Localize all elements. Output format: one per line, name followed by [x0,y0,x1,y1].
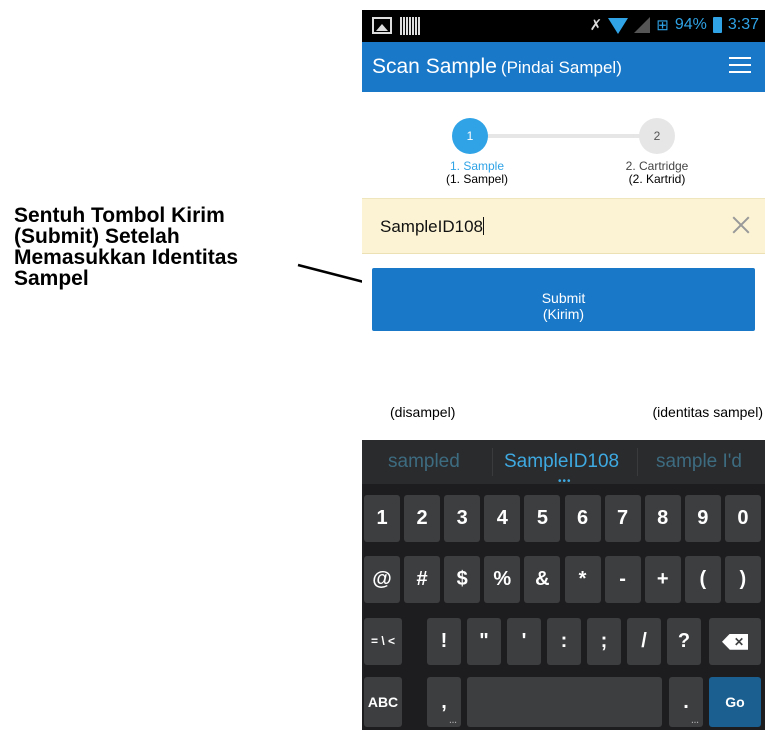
step-1-label-id: (1. Sampel) [445,172,509,186]
backspace-icon: ✕ [722,633,748,650]
clock: 3:37 [727,16,759,33]
status-bar: ✗ ⊞ 94% 3:37 [362,10,765,42]
go-key[interactable]: Go [709,677,761,727]
suggestion-translation-right: (identitas sampel) [652,404,764,420]
number-key[interactable]: 4 [484,495,521,542]
number-key[interactable]: 9 [684,495,721,542]
mute-icon: ✗ [589,17,603,34]
barcode-notification-icon [400,17,420,35]
symbol-key[interactable]: & [524,556,561,603]
symbol-key[interactable]: + [644,556,681,603]
symbol-key[interactable]: ' [507,618,541,665]
number-key[interactable]: 7 [604,495,641,542]
abc-key[interactable]: ABC [364,677,402,727]
annotation-line: Sampel [14,267,89,290]
step-2-label: 2. Cartridge (2. Kartrid) [602,160,712,186]
symbol-key[interactable]: : [547,618,581,665]
suggestion-translation-left: (disampel) [390,404,456,420]
period-key[interactable]: .… [669,677,703,727]
step-1-label: 1. Sample (1. Sampel) [422,160,532,186]
number-key[interactable]: 1 [364,495,400,542]
symbol-key[interactable]: ; [587,618,621,665]
page-title: Scan Sample (Pindai Sampel) [372,55,622,79]
backspace-key[interactable]: ✕ [709,618,761,665]
annotation-callout: Sentuh Tombol Kirim (Submit) Setelah Mem… [14,205,314,289]
number-key[interactable]: 3 [444,495,481,542]
space-key[interactable] [467,677,662,727]
annotation-line: Sentuh Tombol Kirim [14,204,225,227]
number-key[interactable]: 2 [404,495,441,542]
clear-icon[interactable] [731,215,751,235]
annotation-line: (Submit) Setelah [14,225,180,248]
phone-screen: ✗ ⊞ 94% 3:37 Scan Sample (Pindai Sampel) … [362,10,765,730]
step-2-indicator: 2 [639,118,675,154]
submit-label-translation: (Kirim) [542,306,585,322]
symbol-key[interactable]: % [484,556,521,603]
menu-icon[interactable] [729,57,751,75]
symbol-key[interactable]: # [404,556,441,603]
symbol-key[interactable]: " [467,618,501,665]
more-suggestions-icon: ••• [558,476,572,487]
suggestion-item[interactable]: SampleID108 [504,451,619,473]
wifi-icon [608,18,629,34]
suggestion-item[interactable]: sampled [388,451,460,473]
step-1-indicator: 1 [452,118,488,154]
text-caret [483,217,485,235]
stepper-connector [474,134,658,138]
signal-icon [634,17,651,33]
symbol-key[interactable]: ? [667,618,701,665]
app-bar: Scan Sample (Pindai Sampel) [362,42,765,92]
submit-button[interactable]: Submit (Kirim) [372,268,755,331]
battery-percent: 94% [674,16,707,33]
image-notification-icon [372,17,392,34]
suggestion-strip: sampled SampleID108 ••• sample I'd [362,440,765,487]
more-symbols-key[interactable]: = \ < [364,618,402,665]
comma-key[interactable]: ,… [427,677,461,727]
step-2-label-id: (2. Kartrid) [628,172,686,186]
number-key[interactable]: 0 [724,495,761,542]
symbol-key[interactable]: * [564,556,601,603]
symbol-key[interactable]: ) [724,556,761,603]
suggestion-item[interactable]: sample I'd [656,451,742,473]
annotation-line: Memasukkan Identitas [14,246,239,269]
symbol-key[interactable]: / [627,618,661,665]
sample-id-field[interactable]: SampleID108 [362,198,765,254]
submit-label: Submit [541,290,586,306]
symbol-key[interactable]: ! [427,618,461,665]
sample-id-value[interactable]: SampleID108 [380,217,485,237]
suggestion-divider [637,448,638,476]
number-key[interactable]: 6 [564,495,601,542]
network-icon: ⊞ [656,17,669,34]
symbol-key[interactable]: @ [364,556,400,603]
battery-icon [712,17,722,33]
title-text: Scan Sample [372,55,497,78]
number-key[interactable]: 5 [524,495,561,542]
symbol-key[interactable]: - [604,556,641,603]
suggestion-divider [492,448,493,476]
soft-keyboard: sampled SampleID108 ••• sample I'd ABC ,… [362,440,765,730]
symbol-key[interactable]: ( [684,556,721,603]
title-translation: (Pindai Sampel) [500,58,622,77]
symbol-key[interactable]: $ [444,556,481,603]
number-key[interactable]: 8 [644,495,681,542]
main-content: 1 2 1. Sample (1. Sampel) 2. Cartridge (… [362,92,765,440]
